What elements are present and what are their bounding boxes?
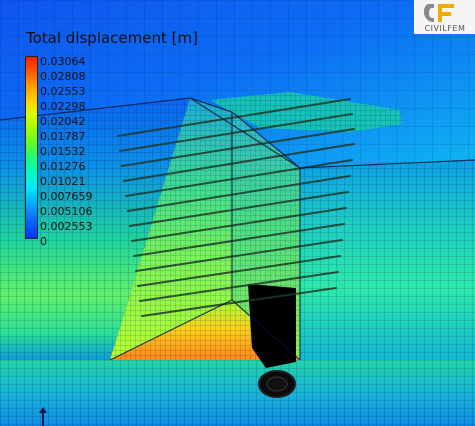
legend-value: 0.005106 (40, 205, 93, 218)
up-arrow-icon (39, 407, 47, 426)
legend-values: 0.03064 0.02808 0.02553 0.02298 0.02042 … (40, 55, 130, 248)
legend-value: 0.02298 (40, 100, 86, 113)
legend-color-bar (25, 56, 38, 239)
legend-value: 0.01532 (40, 145, 86, 158)
legend-value: 0.01276 (40, 160, 86, 173)
legend-value: 0.02808 (40, 70, 86, 83)
legend-value: 0.01021 (40, 175, 86, 188)
legend-value: 0.007659 (40, 190, 93, 203)
legend-value: 0.02553 (40, 85, 86, 98)
civilfem-logo-mark-icon (423, 4, 454, 22)
civilfem-logo-text: CIVILFEM (424, 24, 466, 33)
legend-value: 0 (40, 235, 47, 248)
legend-value: 0.03064 (40, 55, 86, 68)
legend-value: 0.002553 (40, 220, 93, 233)
legend-value: 0.02042 (40, 115, 86, 128)
legend-value: 0.01787 (40, 130, 86, 143)
fem-viewport[interactable]: Total displacement [m] 0.03064 0.02808 0… (0, 0, 475, 426)
legend-title: Total displacement [m] (26, 29, 198, 47)
